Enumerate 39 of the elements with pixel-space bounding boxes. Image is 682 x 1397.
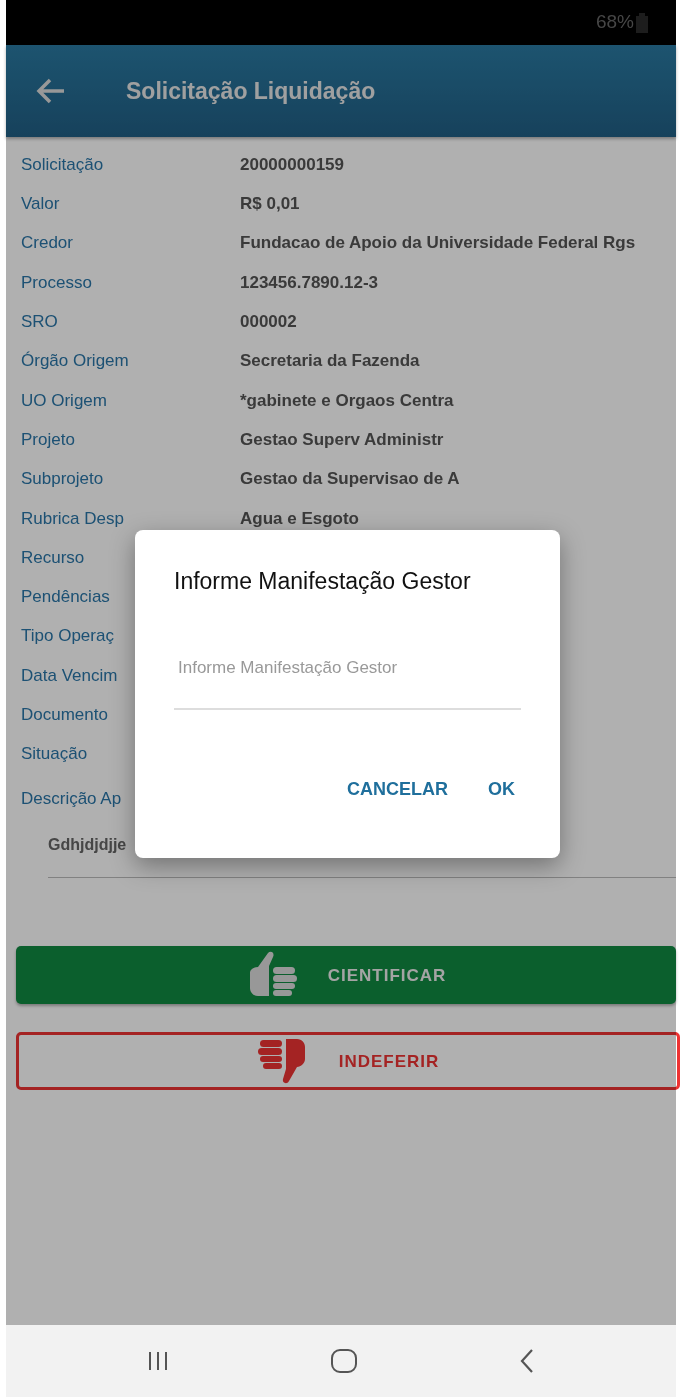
field-label: Documento	[21, 705, 108, 725]
reject-button[interactable]: INDEFERIR	[16, 1032, 680, 1091]
field-label: Subprojeto	[21, 469, 104, 489]
field-label: Projeto	[21, 429, 75, 449]
screen-title: Solicitação Liquidação	[126, 76, 376, 106]
field-label: Data Vencim	[21, 665, 118, 685]
field-value: Gestao Superv Administr	[240, 428, 444, 451]
field-label: Valor	[21, 194, 60, 214]
field-label: Rubrica Desp	[21, 508, 124, 528]
field-value: 20000000159	[240, 153, 344, 176]
field-label: Situação	[21, 744, 88, 764]
battery-icon	[636, 12, 648, 33]
field-label: Pendências	[21, 587, 110, 607]
dialog-title: Informe Manifestação Gestor	[174, 567, 472, 596]
field-label: UO Origem	[21, 390, 107, 410]
field-value: Agua e Esgoto	[240, 507, 359, 530]
home-icon[interactable]	[330, 1348, 358, 1374]
back-arrow-icon[interactable]	[36, 78, 66, 104]
field-label: Tipo Operaç	[21, 626, 114, 646]
approve-button[interactable]: CIENTIFICAR	[16, 946, 676, 1005]
recent-apps-icon[interactable]	[146, 1350, 169, 1372]
field-value: Gestao da Supervisao de A	[240, 468, 460, 491]
field-label: Credor	[21, 233, 73, 253]
field-value: Secretaria da Fazenda	[240, 350, 420, 373]
field-label: Solicitação	[21, 154, 104, 174]
field-value: 123456.7890.12-3	[240, 271, 379, 294]
ok-button[interactable]: OK	[482, 772, 521, 807]
field-label: Descrição Ap	[21, 788, 122, 808]
battery-level: 68%	[595, 10, 634, 35]
field-label: Recurso	[21, 547, 85, 567]
field-value: Fundacao de Apoio da Universidade Federal Rgs	[240, 232, 636, 255]
field-value: R$ 0,01	[240, 193, 300, 216]
field-label: SRO	[21, 312, 58, 332]
field-value: *gabinete e Orgaos Centra	[240, 389, 454, 412]
field-value: 000002	[240, 311, 297, 334]
field-label: Processo	[21, 272, 92, 292]
field-label: Órgão Origem	[21, 351, 129, 371]
cancel-button[interactable]: CANCELAR	[341, 772, 454, 807]
back-icon[interactable]	[519, 1348, 536, 1374]
